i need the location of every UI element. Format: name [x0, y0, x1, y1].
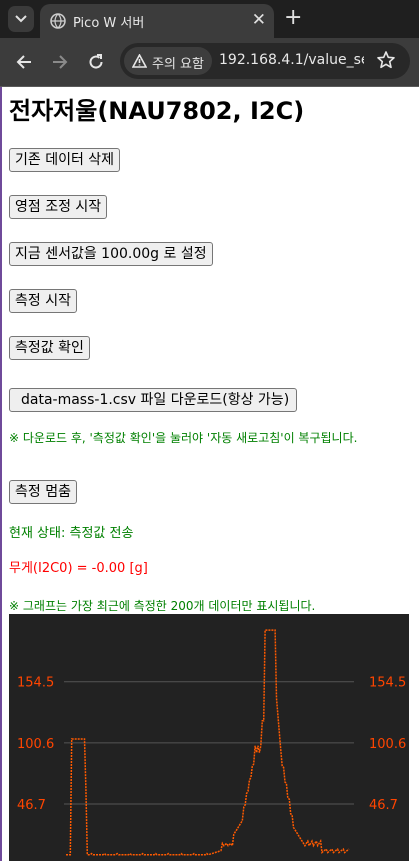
- download-csv-button[interactable]: data-mass-1.csv 파일 다운로드(항상 가능): [9, 388, 298, 412]
- chart-svg: 154.5 154.5 100.6 100.6 46.7 46.7: [17, 629, 406, 856]
- security-chip[interactable]: 주의 요함: [124, 47, 212, 75]
- browser-tab[interactable]: Pico W 서버 ✕: [40, 4, 274, 38]
- browser-chrome: Pico W 서버 ✕ + 주의 요함 192.168.4.1/value_se…: [0, 0, 419, 86]
- y-tick-label-right: 46.7: [369, 798, 398, 813]
- address-bar[interactable]: 주의 요함 192.168.4.1/value_se...: [120, 43, 410, 79]
- graph-note: ※ 그래프는 가장 최근에 측정한 200개 데이터만 표시됩니다.: [9, 599, 316, 613]
- security-label: 주의 요함: [152, 57, 204, 72]
- warning-icon: [132, 54, 147, 68]
- stop-measure-button[interactable]: 측정 멈춤: [9, 480, 77, 504]
- weight-chart: 154.5 154.5 100.6 100.6 46.7 46.7: [9, 614, 409, 861]
- tab-title: Pico W 서버: [73, 16, 145, 31]
- delete-data-button[interactable]: 기존 데이터 삭제: [9, 148, 121, 172]
- chevron-down-icon: [15, 15, 27, 23]
- status-text: 현재 상태: 측정값 전송: [9, 526, 134, 541]
- bookmark-star-icon[interactable]: [376, 50, 396, 70]
- zero-calibration-button[interactable]: 영점 조정 시작: [9, 195, 108, 219]
- y-tick-label-right: 100.6: [369, 737, 406, 752]
- reload-button[interactable]: [84, 50, 108, 74]
- globe-icon: [50, 13, 66, 29]
- navigation-bar: 주의 요함 192.168.4.1/value_se...: [0, 38, 419, 86]
- page-content: 전자저울(NAU7802, I2C) 기존 데이터 삭제 영점 조정 시작 지금…: [0, 87, 419, 861]
- y-tick-label-left: 46.7: [17, 798, 46, 813]
- reload-icon: [89, 54, 103, 69]
- weight-reading: 무게(I2C0) = -0.00 [g]: [9, 561, 148, 576]
- set-100g-button[interactable]: 지금 센서값을 100.00g 로 설정: [9, 242, 213, 266]
- y-tick-label-right: 154.5: [369, 676, 406, 691]
- y-tick-label-left: 154.5: [17, 676, 54, 691]
- window-edge: [0, 87, 2, 861]
- back-arrow-icon: [16, 55, 31, 69]
- new-tab-button[interactable]: +: [284, 6, 302, 30]
- page-title: 전자저울(NAU7802, I2C): [9, 97, 305, 125]
- forward-arrow-icon: [53, 55, 68, 69]
- check-value-button[interactable]: 측정값 확인: [9, 336, 90, 360]
- start-measure-button[interactable]: 측정 시작: [9, 289, 77, 313]
- close-tab-icon[interactable]: ✕: [252, 10, 266, 30]
- y-tick-label-left: 100.6: [17, 737, 54, 752]
- download-note: ※ 다운로드 후, '측정값 확인'을 눌러야 '자동 새로고침'이 복구됩니다…: [9, 431, 358, 445]
- tab-search-button[interactable]: [8, 6, 34, 32]
- forward-button[interactable]: [48, 50, 72, 74]
- back-button[interactable]: [12, 50, 36, 74]
- url-text[interactable]: 192.168.4.1/value_se...: [219, 52, 364, 68]
- tab-strip: Pico W 서버 ✕ +: [0, 0, 419, 38]
